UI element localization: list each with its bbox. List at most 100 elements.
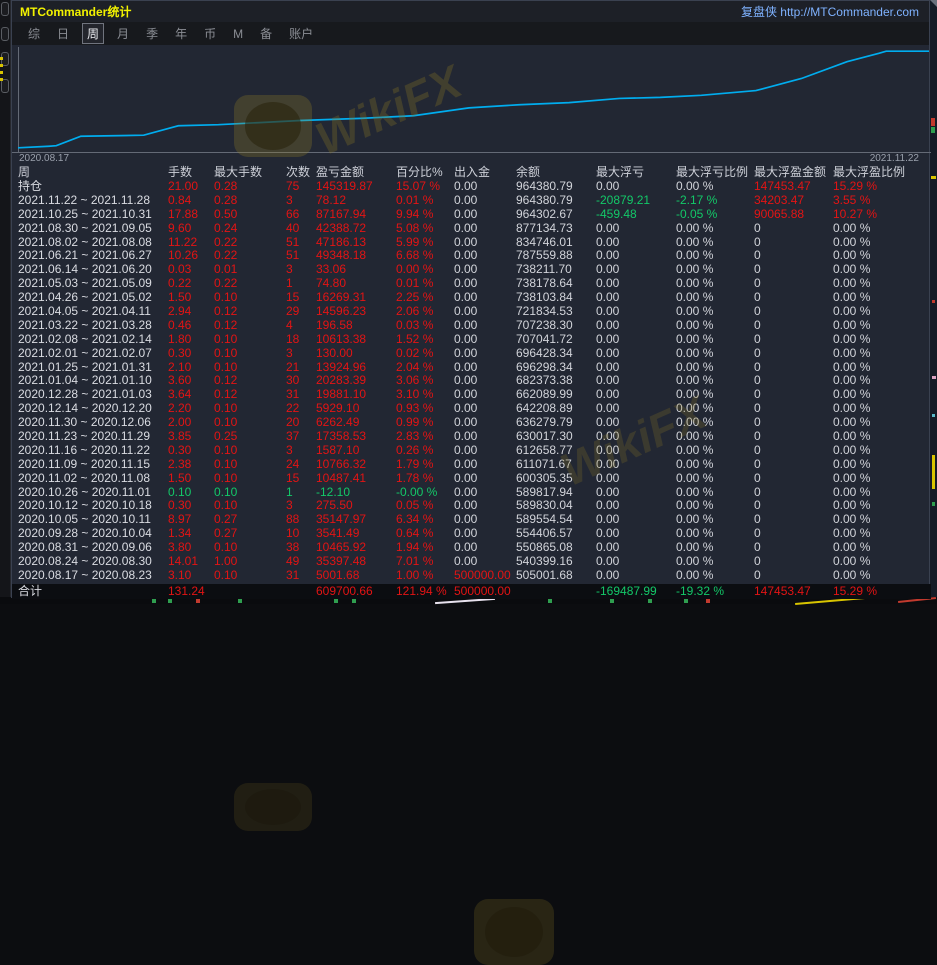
cell: 682373.38 bbox=[516, 374, 596, 388]
cell: 721834.53 bbox=[516, 305, 596, 319]
background-mark bbox=[931, 176, 936, 179]
table-row[interactable]: 2021.10.25 ~ 2021.10.3117.880.506687167.… bbox=[12, 208, 931, 222]
cell: 88 bbox=[286, 513, 316, 527]
balance-chart: 2020.08.17 2021.11.22 WikiFX bbox=[12, 45, 931, 164]
cell: -0.05 % bbox=[676, 208, 754, 222]
cell: 15 bbox=[286, 472, 316, 486]
cell: -12.10 bbox=[316, 486, 396, 500]
table-row[interactable]: 2020.11.23 ~ 2020.11.293.850.253717358.5… bbox=[12, 430, 931, 444]
table-row[interactable]: 2020.08.31 ~ 2020.09.063.800.103810465.9… bbox=[12, 541, 931, 555]
cell: 0.00 bbox=[454, 555, 516, 569]
cell: 0 bbox=[754, 541, 833, 555]
table-row[interactable]: 2021.04.26 ~ 2021.05.021.500.101516269.3… bbox=[12, 291, 931, 305]
table-row[interactable]: 2020.11.16 ~ 2020.11.220.300.1031587.100… bbox=[12, 444, 931, 458]
menu-item-10[interactable]: 账户 bbox=[285, 24, 317, 43]
menu-item-1[interactable]: 综 bbox=[24, 24, 44, 43]
menu-item-4[interactable]: 月 bbox=[113, 24, 133, 43]
table-row[interactable]: 2020.11.02 ~ 2020.11.081.500.101510487.4… bbox=[12, 472, 931, 486]
table-row[interactable]: 2021.11.22 ~ 2021.11.280.840.28378.120.0… bbox=[12, 194, 931, 208]
cell: 500000.00 bbox=[454, 584, 516, 599]
table-row[interactable]: 2020.08.17 ~ 2020.08.233.100.10315001.68… bbox=[12, 569, 931, 583]
cell: 7.01 % bbox=[396, 555, 454, 569]
cell: -0.00 % bbox=[396, 486, 454, 500]
table-row[interactable]: 2020.10.26 ~ 2020.11.010.100.101-12.10-0… bbox=[12, 486, 931, 500]
table-row[interactable]: 2020.09.28 ~ 2020.10.041.340.27103541.49… bbox=[12, 527, 931, 541]
cell: 0.00 bbox=[596, 555, 676, 569]
background-toolbar-button bbox=[1, 2, 9, 16]
table-row[interactable]: 2020.08.24 ~ 2020.08.3014.011.004935397.… bbox=[12, 555, 931, 569]
column-header: 余额 bbox=[516, 164, 596, 180]
cell: 0.12 bbox=[214, 319, 286, 333]
cell: 0.00 bbox=[596, 347, 676, 361]
table-row[interactable]: 2020.10.05 ~ 2020.10.118.970.278835147.9… bbox=[12, 513, 931, 527]
menu-item-3[interactable]: 周 bbox=[82, 23, 104, 44]
table-total-row: 合计131.24609700.66121.94 %500000.00-16948… bbox=[12, 584, 931, 599]
cell: 2021.10.25 ~ 2021.10.31 bbox=[18, 208, 168, 222]
table-row[interactable]: 2020.10.12 ~ 2020.10.180.300.103275.500.… bbox=[12, 499, 931, 513]
cell: 0.10 bbox=[214, 347, 286, 361]
cell: 964380.79 bbox=[516, 194, 596, 208]
cell: 0.00 % bbox=[676, 180, 754, 194]
cell: 2.25 % bbox=[396, 291, 454, 305]
cell: 1 bbox=[286, 486, 316, 500]
menu-item-7[interactable]: 币 bbox=[200, 24, 220, 43]
cell: 0.00 bbox=[596, 458, 676, 472]
cell: 31 bbox=[286, 388, 316, 402]
cell: 3541.49 bbox=[316, 527, 396, 541]
cell: 0.00 bbox=[596, 388, 676, 402]
table-row[interactable]: 2021.06.14 ~ 2021.06.200.030.01333.060.0… bbox=[12, 263, 931, 277]
menu-item-2[interactable]: 日 bbox=[53, 24, 73, 43]
cell: 0.00 % bbox=[676, 347, 754, 361]
menu-item-8[interactable]: M bbox=[229, 26, 247, 42]
table-row[interactable]: 2021.05.03 ~ 2021.05.090.220.22174.800.0… bbox=[12, 277, 931, 291]
table-row[interactable]: 2021.04.05 ~ 2021.04.112.940.122914596.2… bbox=[12, 305, 931, 319]
cell: 15.07 % bbox=[396, 180, 454, 194]
table-row[interactable]: 2020.12.28 ~ 2021.01.033.640.123119881.1… bbox=[12, 388, 931, 402]
table-row[interactable]: 2021.01.04 ~ 2021.01.103.600.123020283.3… bbox=[12, 374, 931, 388]
table-row[interactable]: 2021.02.08 ~ 2021.02.141.800.101810613.3… bbox=[12, 333, 931, 347]
cell: 0.00 % bbox=[833, 222, 931, 236]
cell: 0.00 bbox=[454, 180, 516, 194]
cell: 611071.67 bbox=[516, 458, 596, 472]
menu-item-5[interactable]: 季 bbox=[142, 24, 162, 43]
cell: 0.10 bbox=[214, 499, 286, 513]
cell: 0.30 bbox=[168, 347, 214, 361]
cell: 5929.10 bbox=[316, 402, 396, 416]
cell: 0 bbox=[754, 569, 833, 583]
table-row[interactable]: 2021.08.02 ~ 2021.08.0811.220.225147186.… bbox=[12, 236, 931, 250]
cell: 0.00 % bbox=[676, 291, 754, 305]
table-row[interactable]: 2021.06.21 ~ 2021.06.2710.260.225149348.… bbox=[12, 249, 931, 263]
cell: 20283.39 bbox=[316, 374, 396, 388]
cell: 0 bbox=[754, 361, 833, 375]
cell: 0.10 bbox=[214, 333, 286, 347]
table-row[interactable]: 持仓21.000.2875145319.8715.07 %0.00964380.… bbox=[12, 180, 931, 194]
table-row[interactable]: 2020.11.30 ~ 2020.12.062.000.10206262.49… bbox=[12, 416, 931, 430]
table-row[interactable]: 2021.02.01 ~ 2021.02.070.300.103130.000.… bbox=[12, 347, 931, 361]
title-bar[interactable]: MTCommander统计 复盘侠 http://MTCommander.com bbox=[12, 1, 929, 22]
cell: 0.30 bbox=[168, 499, 214, 513]
background-candle bbox=[931, 118, 935, 126]
table-row[interactable]: 2020.11.09 ~ 2020.11.152.380.102410766.3… bbox=[12, 458, 931, 472]
background-mark bbox=[932, 300, 935, 303]
cell: 0 bbox=[754, 333, 833, 347]
menu-item-6[interactable]: 年 bbox=[171, 24, 191, 43]
cell: 0.00 % bbox=[676, 361, 754, 375]
brand-link[interactable]: 复盘侠 http://MTCommander.com bbox=[741, 3, 919, 20]
background-toolbar-button bbox=[1, 27, 9, 41]
background-mark bbox=[932, 414, 935, 417]
window-title: MTCommander统计 bbox=[20, 3, 131, 20]
chart-plot-area bbox=[18, 47, 929, 152]
table-row[interactable]: 2021.08.30 ~ 2021.09.059.600.244042388.7… bbox=[12, 222, 931, 236]
cell: 11.22 bbox=[168, 236, 214, 250]
cell: 642208.89 bbox=[516, 402, 596, 416]
cell: 0.00 % bbox=[833, 472, 931, 486]
cell: 0.00 bbox=[596, 236, 676, 250]
cell: 0.00 bbox=[596, 305, 676, 319]
cell: 0.00 % bbox=[833, 541, 931, 555]
cell: 0.00 bbox=[596, 430, 676, 444]
table-row[interactable]: 2021.03.22 ~ 2021.03.280.460.124196.580.… bbox=[12, 319, 931, 333]
table-row[interactable]: 2020.12.14 ~ 2020.12.202.200.10225929.10… bbox=[12, 402, 931, 416]
menu-item-9[interactable]: 备 bbox=[256, 24, 276, 43]
cell: 0.00 % bbox=[676, 388, 754, 402]
table-row[interactable]: 2021.01.25 ~ 2021.01.312.100.102113924.9… bbox=[12, 361, 931, 375]
